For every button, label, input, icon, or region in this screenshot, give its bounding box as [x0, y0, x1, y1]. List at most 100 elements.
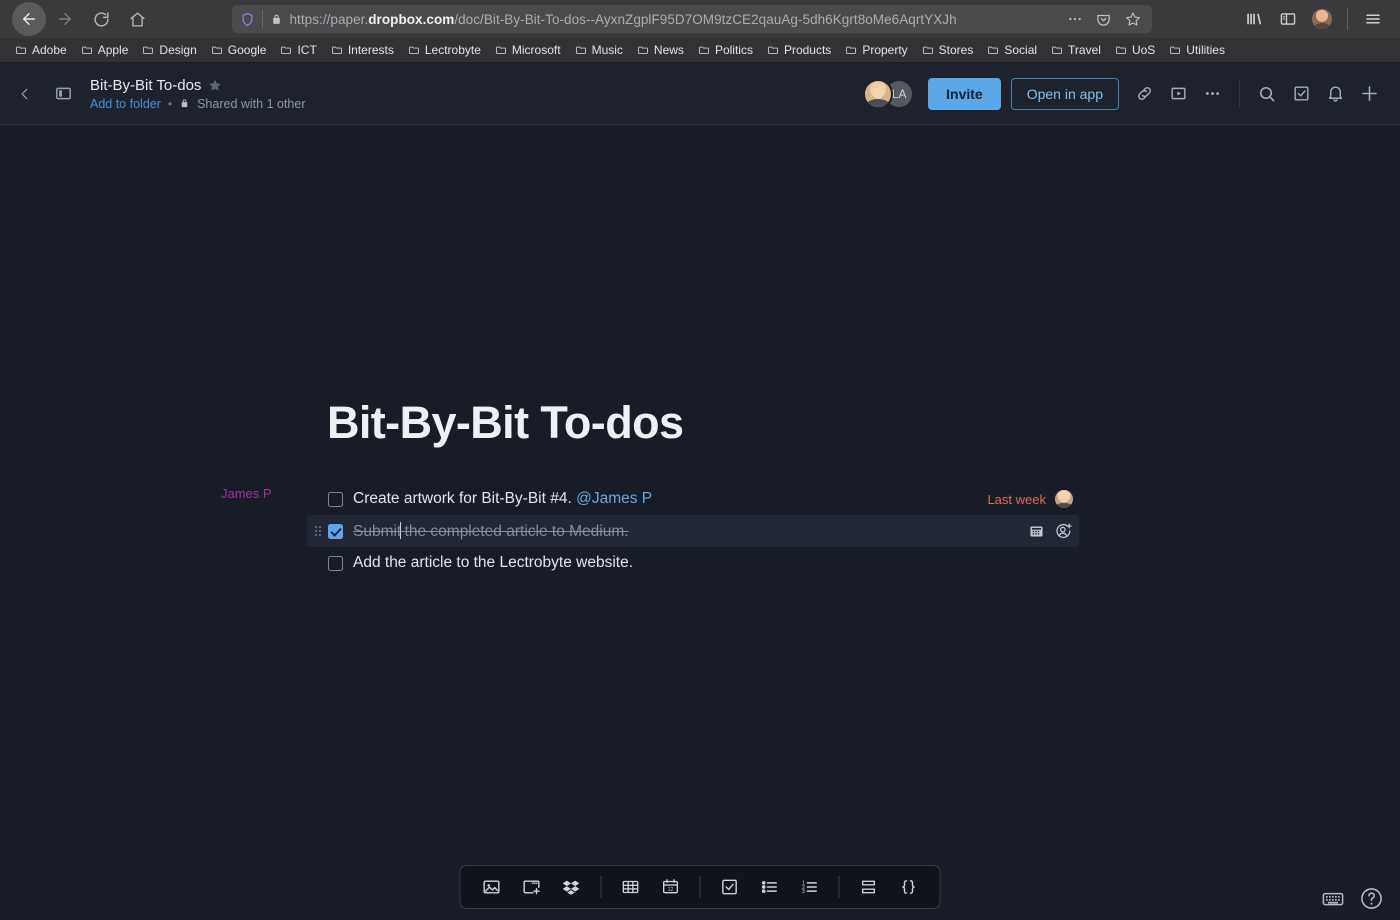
todo-row[interactable]: Create artwork for Bit-By-Bit #4. @James…	[307, 483, 1079, 515]
document-title[interactable]: Bit-By-Bit To-dos	[90, 77, 201, 94]
code-braces-icon[interactable]	[892, 871, 926, 903]
folder-icon	[142, 44, 154, 56]
tasks-icon[interactable]	[1284, 77, 1318, 111]
folder-icon	[495, 44, 507, 56]
folder-icon	[15, 44, 27, 56]
avatar-photo[interactable]	[863, 79, 893, 109]
search-icon[interactable]	[1250, 77, 1284, 111]
add-to-folder-link[interactable]: Add to folder	[90, 97, 161, 111]
bookmark-label: Politics	[715, 43, 753, 57]
folder-icon	[1169, 44, 1181, 56]
todo-checkbox[interactable]	[328, 556, 343, 571]
hamburger-menu-icon[interactable]	[1358, 4, 1388, 34]
todo-text[interactable]: Create artwork for Bit-By-Bit #4.	[353, 490, 576, 507]
mention-link[interactable]: @James P	[576, 490, 652, 507]
bookmark-music[interactable]: Music	[568, 41, 630, 59]
bookmark-ict[interactable]: ICT	[273, 41, 323, 59]
doc-sidebar-toggle-icon[interactable]	[48, 79, 78, 109]
image-icon[interactable]	[475, 871, 509, 903]
bookmark-social[interactable]: Social	[980, 41, 1044, 59]
url-bar[interactable]: https://paper.dropbox.com/doc/Bit-By-Bit…	[232, 5, 1152, 33]
new-doc-plus-icon[interactable]	[1352, 77, 1386, 111]
folder-icon	[1051, 44, 1063, 56]
folder-icon	[81, 44, 93, 56]
assignee-avatar[interactable]	[1055, 490, 1073, 508]
bookmark-news[interactable]: News	[630, 41, 691, 59]
bookmark-adobe[interactable]: Adobe	[8, 41, 74, 59]
divider-icon[interactable]	[852, 871, 886, 903]
bookmark-label: Google	[228, 43, 267, 57]
sidebar-toggle-icon[interactable]	[1273, 4, 1303, 34]
page-title[interactable]: Bit-By-Bit To-dos	[327, 397, 683, 449]
svg-text:12: 12	[668, 887, 674, 893]
checkbox-icon[interactable]	[713, 871, 747, 903]
lock-icon[interactable]	[270, 13, 283, 26]
star-icon[interactable]	[208, 78, 222, 92]
table-icon[interactable]	[614, 871, 648, 903]
media-embed-icon[interactable]	[515, 871, 549, 903]
todo-checkbox[interactable]	[328, 492, 343, 507]
bookmark-utilities[interactable]: Utilities	[1162, 41, 1232, 59]
bookmark-microsoft[interactable]: Microsoft	[488, 41, 568, 59]
more-options-icon[interactable]	[1195, 77, 1229, 111]
todo-row[interactable]: Submit the completed article to Medium.	[307, 515, 1079, 547]
bookmark-politics[interactable]: Politics	[691, 41, 760, 59]
bookmark-label: Interests	[348, 43, 394, 57]
bookmark-products[interactable]: Products	[760, 41, 838, 59]
bookmark-property[interactable]: Property	[838, 41, 914, 59]
todo-text[interactable]: Add the article to the Lectrobyte websit…	[353, 554, 633, 571]
bookmark-uos[interactable]: UoS	[1108, 41, 1162, 59]
todo-label[interactable]: Create artwork for Bit-By-Bit #4. @James…	[353, 490, 652, 508]
todo-label[interactable]: Add the article to the Lectrobyte websit…	[353, 554, 633, 572]
notifications-bell-icon[interactable]	[1318, 77, 1352, 111]
assign-person-icon[interactable]	[1054, 522, 1073, 541]
url-text[interactable]: https://paper.dropbox.com/doc/Bit-By-Bit…	[290, 12, 1057, 27]
todo-row[interactable]: Add the article to the Lectrobyte websit…	[307, 547, 1079, 579]
bookmarks-bar: AdobeAppleDesign Google ICT Interests Lectro…	[0, 38, 1400, 63]
browser-profile-avatar[interactable]	[1307, 4, 1337, 34]
reload-button[interactable]	[84, 2, 118, 36]
shared-with-label[interactable]: Shared with 1 other	[197, 97, 305, 111]
due-date-label[interactable]: Last week	[987, 492, 1046, 507]
bookmark-label: Travel	[1068, 43, 1101, 57]
tracking-shield-icon[interactable]	[240, 12, 255, 27]
bookmark-stores[interactable]: Stores	[915, 41, 981, 59]
svg-text:3: 3	[802, 889, 805, 895]
bookmark-lectrobyte[interactable]: Lectrobyte	[401, 41, 488, 59]
todo-text[interactable]: Submit the completed article to Medium.	[353, 523, 629, 540]
bookmark-design[interactable]: Design	[135, 41, 203, 59]
bullet-list-icon[interactable]	[753, 871, 787, 903]
back-chevron-icon[interactable]	[10, 79, 40, 109]
bookmark-travel[interactable]: Travel	[1044, 41, 1108, 59]
bookmark-star-icon[interactable]	[1122, 8, 1144, 30]
numbered-list-icon[interactable]: 123	[793, 871, 827, 903]
calendar-icon[interactable]: 12	[654, 871, 688, 903]
document-title-block: Bit-By-Bit To-dos Add to folder • Shared…	[90, 77, 306, 111]
set-due-date-icon[interactable]	[1028, 523, 1045, 540]
help-icon[interactable]	[1359, 886, 1384, 911]
link-icon[interactable]	[1127, 77, 1161, 111]
drag-handle[interactable]	[315, 526, 321, 536]
bookmark-google[interactable]: Google	[204, 41, 274, 59]
bookmark-label: ICT	[297, 43, 316, 57]
open-in-app-button[interactable]: Open in app	[1011, 78, 1119, 110]
invite-button[interactable]: Invite	[928, 78, 1001, 110]
browser-nav-bar: https://paper.dropbox.com/doc/Bit-By-Bit…	[0, 0, 1400, 38]
dropbox-icon[interactable]	[555, 871, 589, 903]
page-actions-icon[interactable]	[1064, 8, 1086, 30]
insert-toolbar: 12 123	[460, 865, 941, 909]
pocket-icon[interactable]	[1093, 8, 1115, 30]
bookmark-label: Stores	[939, 43, 974, 57]
bookmark-interests[interactable]: Interests	[324, 41, 401, 59]
folder-icon	[575, 44, 587, 56]
library-icon[interactable]	[1239, 4, 1269, 34]
todo-label[interactable]: Submit the completed article to Medium.	[353, 522, 629, 541]
presentation-icon[interactable]	[1161, 77, 1195, 111]
keyboard-icon[interactable]	[1321, 887, 1345, 911]
toolbar-separator	[700, 876, 701, 898]
forward-button[interactable]	[48, 2, 82, 36]
home-button[interactable]	[120, 2, 154, 36]
todo-checkbox[interactable]	[328, 524, 343, 539]
back-button[interactable]	[12, 2, 46, 36]
bookmark-apple[interactable]: Apple	[74, 41, 136, 59]
